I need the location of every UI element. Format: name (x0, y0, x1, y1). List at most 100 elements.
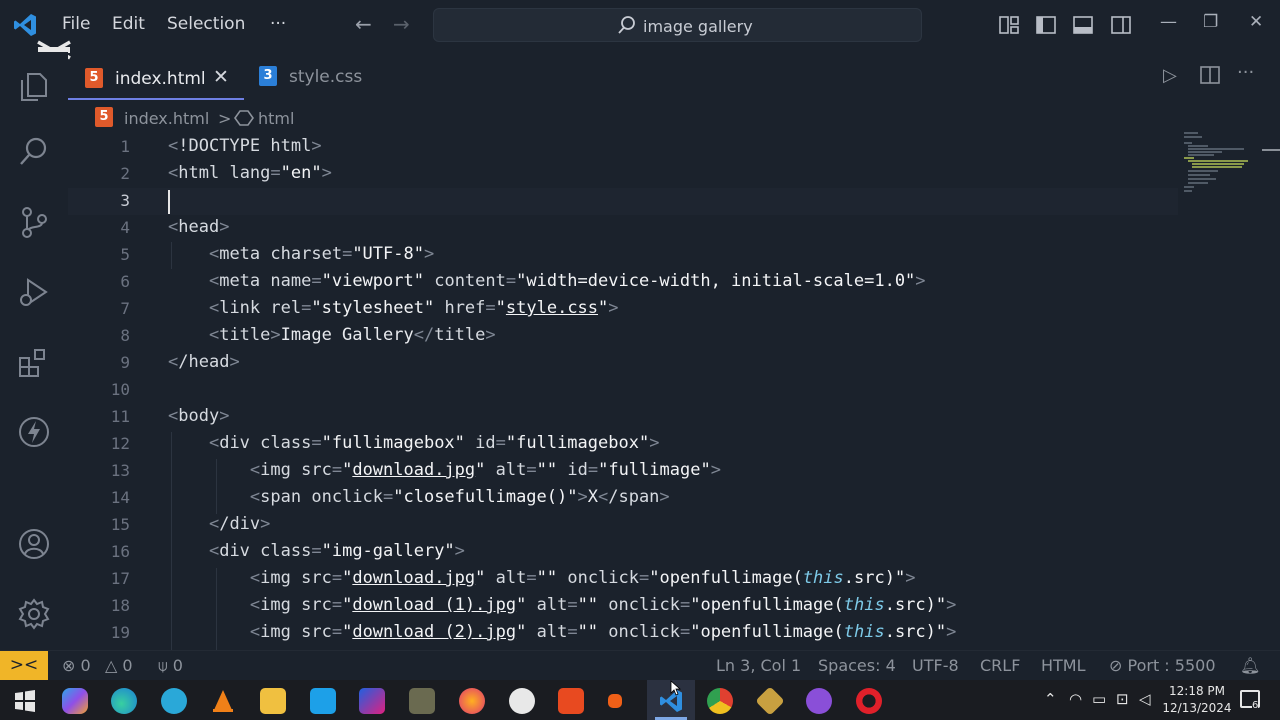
attr-name: id (567, 460, 588, 480)
tag-name: div (219, 433, 250, 453)
skype-icon[interactable] (310, 688, 336, 714)
git-icon[interactable] (755, 686, 785, 716)
split-editor-icon[interactable] (1200, 66, 1220, 84)
vscode-logo-icon[interactable] (12, 12, 38, 38)
firefox-icon[interactable] (459, 688, 485, 714)
tab-style-css[interactable]: 3 style.css (244, 56, 374, 98)
vlc-icon[interactable] (210, 688, 236, 714)
file-link[interactable]: download.jpg (352, 568, 475, 588)
breadcrumb-file[interactable]: index.html (124, 109, 209, 128)
file-link[interactable]: download (1).jpg (352, 595, 516, 615)
mouse-pointer-icon (670, 680, 682, 696)
errors-status[interactable]: ⊗ 0 (62, 656, 91, 675)
forward-arrow-icon[interactable]: → (393, 12, 410, 36)
live-server-status[interactable]: ⊘ Port : 5500 (1109, 656, 1216, 675)
html-file-icon: 5 (95, 107, 113, 127)
accounts-icon[interactable] (16, 526, 52, 562)
notifications-bell-icon[interactable]: 🔔︎ (1240, 656, 1260, 675)
tab-label: index.html (115, 69, 206, 89)
cursor-position[interactable]: Ln 3, Col 1 (716, 656, 801, 675)
menu-file[interactable]: File (62, 14, 90, 34)
tab-index-html[interactable]: 5 index.html ✕ (68, 56, 244, 100)
remote-indicator[interactable]: >< (0, 651, 48, 680)
warnings-status[interactable]: △ 0 (105, 656, 133, 675)
file-link[interactable]: download (2).jpg (352, 622, 516, 642)
app-icon[interactable] (608, 694, 622, 708)
minimize-icon[interactable]: — (1160, 12, 1177, 32)
menu-edit[interactable]: Edit (112, 14, 145, 34)
windows-start-icon[interactable] (12, 688, 38, 714)
run-icon[interactable]: ▷ (1163, 65, 1177, 86)
volume-icon[interactable]: ◁ (1139, 690, 1151, 708)
scrollbar-marker[interactable] (1262, 149, 1280, 151)
toggle-secondary-sidebar-icon[interactable] (1111, 15, 1131, 35)
tag-name: head (178, 217, 220, 237)
minimap[interactable] (1180, 130, 1260, 200)
mw-app-icon[interactable] (409, 688, 435, 714)
extensions-icon[interactable] (16, 344, 52, 380)
line-number: 7 (120, 299, 130, 318)
errors-count: 0 (80, 656, 91, 675)
attr-value: "viewport" (321, 271, 424, 291)
battery-icon[interactable]: ▭ (1092, 690, 1106, 708)
tag-name: /span (608, 487, 660, 507)
more-actions-icon[interactable]: ··· (1237, 62, 1254, 83)
line-code: <img src="download (1).jpg" alt="" oncli… (249, 595, 957, 615)
run-and-debug-icon[interactable] (16, 274, 52, 310)
source-control-icon[interactable] (16, 204, 52, 240)
tab-close-icon[interactable]: ✕ (213, 66, 229, 88)
search-icon (618, 16, 635, 34)
settings-gear-icon[interactable] (16, 596, 52, 632)
breadcrumb: 5 index.html > html (92, 104, 492, 132)
file-explorer-icon[interactable] (260, 688, 286, 714)
language-mode[interactable]: HTML (1041, 656, 1086, 675)
wifi-icon[interactable]: ◠ (1069, 690, 1082, 708)
figma-icon[interactable] (359, 688, 385, 714)
media-player-icon[interactable] (558, 688, 584, 714)
indentation-status[interactable]: Spaces: 4 (818, 656, 896, 675)
breadcrumb-symbol[interactable]: html (258, 109, 294, 128)
customize-layout-icon[interactable] (999, 15, 1019, 35)
code-editor[interactable]: 1 <!DOCTYPE html> 2 <html lang="en"> 3 4… (68, 134, 1280, 652)
line-code: <link rel="stylesheet" href="style.css"> (208, 298, 619, 318)
whatsapp-icon[interactable] (509, 688, 535, 714)
thunder-client-icon[interactable] (16, 414, 52, 450)
command-center-search[interactable]: image gallery (433, 8, 922, 42)
ports-count: 0 (172, 656, 183, 675)
close-window-icon[interactable]: ✕ (1249, 12, 1263, 32)
doctype: !DOCTYPE html (178, 136, 312, 156)
opera-icon[interactable] (856, 688, 882, 714)
editor-tabs: 5 index.html ✕ 3 style.css (68, 56, 1280, 100)
network-icon[interactable]: ⊡ (1116, 690, 1129, 708)
eol-status[interactable]: CRLF (980, 656, 1020, 675)
canva-icon[interactable] (161, 688, 187, 714)
attr-value: "fullimagebox" (505, 433, 650, 453)
copilot-icon[interactable] (62, 688, 88, 714)
encoding-status[interactable]: UTF-8 (912, 656, 959, 675)
edge-browser-icon[interactable] (111, 688, 137, 714)
line-number: 10 (110, 380, 130, 399)
activity-bar (0, 52, 68, 650)
explorer-icon[interactable] (16, 68, 52, 104)
toggle-panel-icon[interactable] (1073, 15, 1093, 35)
file-link[interactable]: download.jpg (352, 460, 475, 480)
attr-value: "fullimage" (598, 460, 711, 480)
attr-value: "fullimagebox" (321, 433, 465, 453)
attr-value: "" (577, 622, 599, 642)
quote: " (598, 298, 609, 318)
search-icon[interactable] (16, 134, 52, 170)
toggle-primary-sidebar-icon[interactable] (1036, 15, 1056, 35)
line-number: 14 (110, 488, 130, 507)
system-clock[interactable]: 12:18 PM 12/13/2024 (1160, 683, 1234, 717)
menu-more[interactable]: ··· (270, 14, 286, 34)
github-desktop-icon[interactable] (806, 688, 832, 714)
file-link[interactable]: style.css (506, 298, 598, 318)
restore-icon[interactable]: ❐ (1203, 12, 1218, 32)
line-number: 5 (120, 245, 130, 264)
ports-status[interactable]: ⍦ 0 (158, 656, 183, 676)
chrome-icon[interactable] (707, 688, 733, 714)
show-hidden-icons-chevron-up-icon[interactable]: ⌃ (1044, 690, 1057, 708)
code-line: 16 <div class="img-gallery"> (68, 539, 1178, 566)
menu-selection[interactable]: Selection (167, 14, 245, 34)
back-arrow-icon[interactable]: ← (355, 12, 372, 36)
